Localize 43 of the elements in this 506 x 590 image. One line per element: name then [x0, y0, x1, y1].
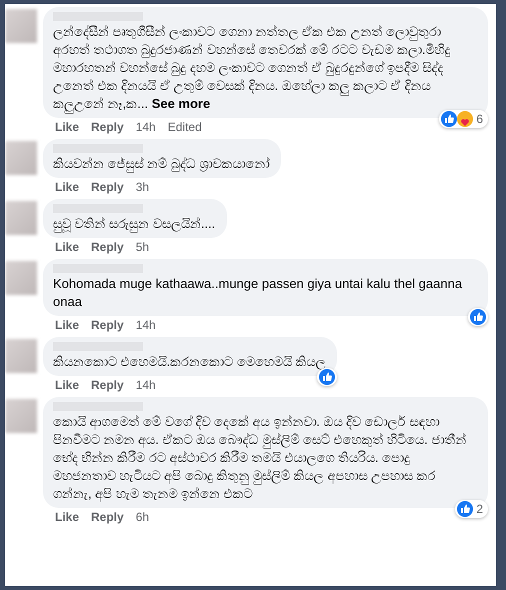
reply-link[interactable]: Reply [91, 180, 124, 195]
reply-link[interactable]: Reply [91, 378, 124, 393]
reply-link[interactable]: Reply [91, 120, 124, 135]
comment-time[interactable]: 5h [136, 240, 150, 255]
like-icon [470, 309, 486, 325]
reaction-badge[interactable] [317, 368, 338, 386]
like-link[interactable]: Like [55, 318, 80, 333]
like-icon [319, 369, 336, 385]
comment-text: සුවූ වතින් සරුසුන වසලයින්.... [53, 215, 216, 233]
avatar[interactable] [5, 201, 37, 235]
reaction-count: 2 [475, 502, 484, 516]
reply-link[interactable]: Reply [91, 318, 124, 333]
comment-time[interactable]: 14h [136, 378, 156, 393]
comment-text: Kohomada muge kathaawa..munge passen giya untai kalu thel gaanna onaa [53, 275, 464, 311]
comment-time[interactable]: 14h [136, 318, 156, 333]
see-more-link[interactable]: See more [152, 96, 210, 111]
reaction-badge[interactable]: 2 [455, 500, 488, 518]
like-icon [457, 501, 474, 517]
comment-time[interactable]: 3h [136, 180, 150, 195]
reply-link[interactable]: Reply [91, 240, 124, 255]
reply-link[interactable]: Reply [91, 510, 124, 525]
comment-text: කියනකොට එහෙමයි.කරනකොට මෙහෙමයි කියල [53, 353, 326, 371]
like-link[interactable]: Like [55, 180, 80, 195]
like-icon [441, 111, 458, 127]
comment-time[interactable]: 6h [136, 510, 150, 525]
comment-text: ලන්දේසීන් පෘතුගීසීන් ලංකාවට ගෙනා නත්තල ඒක එක උනත් ලොවුතුරා අරහත් තථාගත බුදුරජාණන් වහන්සේ තෙවරක් මේ රටට වැඩම කලා.මිහිදු මහාරහතන් වහන්සේ බුදු දහම ලංකාවට ගෙනත් ඒ බුදුරදුන්ගේ ඉපදීම සිද්ද උනෙත් එක දිනයයි ඒ උතුම් වෙසක් දිනය. ඔහේලා කලු කලාට ඒ දිනය කලුඋනේ නෑ,ක... See more [53, 23, 476, 113]
avatar[interactable] [5, 9, 37, 43]
reaction-count: 6 [475, 112, 484, 126]
avatar[interactable] [5, 399, 37, 433]
avatar[interactable] [5, 339, 37, 373]
like-link[interactable]: Like [55, 240, 80, 255]
comment-time[interactable]: 14h [136, 120, 156, 135]
like-link[interactable]: Like [55, 510, 80, 525]
reaction-badge[interactable]: 6 [439, 110, 488, 128]
avatar[interactable] [5, 141, 37, 175]
heart-face-icon [457, 111, 474, 127]
comment-text: කියවන්න ජේසුස් නම් බුද්ධ ශ්‍රාවකයානෝ [53, 155, 270, 173]
like-link[interactable]: Like [55, 120, 80, 135]
comment-text: කොයි ආගමෙත් මේ වගේ දිව දෙකේ අය ඉන්නවා. ඔය දිව ඩොලර් සඳහා පිනවීමට නමන අය. ඒකට ඔය බෞද්ධ මුස්ලිම් සෙට් එහෙකුත් හිටියෙ. ජාතීන් භේද භින්න කිරීම රට අස්ථාවර කිරීම තමයි එයාලගෙ තියරිය. පොදු මහජනතාව හැටියට අපි බොදු කිතුනු මුස්ලිම් කියල අපහාස උපහාස කර ගන්නැ, අපි හැම තැනම ඉන්නෙ එකට [53, 413, 468, 503]
reaction-badge[interactable] [468, 308, 488, 326]
like-link[interactable]: Like [55, 378, 80, 393]
edited-label: Edited [168, 120, 202, 135]
avatar[interactable] [5, 261, 37, 295]
